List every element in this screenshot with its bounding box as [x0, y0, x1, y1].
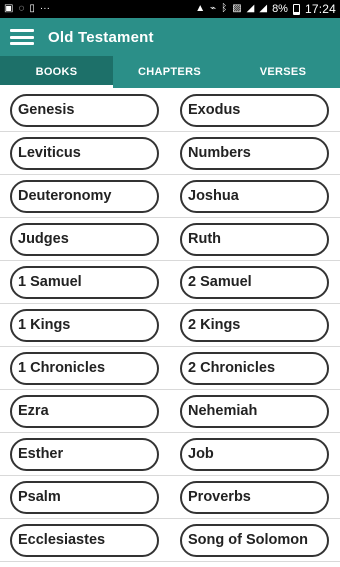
book-button[interactable]: 2 Samuel: [180, 265, 329, 299]
clock: 17:24: [304, 2, 336, 16]
book-button[interactable]: Judges: [10, 222, 159, 256]
book-button[interactable]: Esther: [10, 437, 159, 471]
status-left: ▣ ◌ ▯ ···: [4, 4, 50, 14]
book-row: Ecclesiastes Song of Solomon: [0, 519, 340, 562]
image-icon: ▣: [4, 3, 14, 14]
book-button[interactable]: Ecclesiastes: [10, 523, 159, 557]
book-row: Deuteronomy Joshua: [0, 175, 340, 218]
book-row: 1 Kings 2 Kings: [0, 304, 340, 347]
tab-books[interactable]: BOOKS: [0, 56, 113, 88]
book-row: Ezra Nehemiah: [0, 390, 340, 433]
status-right: ▲ ⌁ ᛒ ▨ ◢ ◢ 8% 17:24: [195, 2, 336, 16]
book-button[interactable]: 2 Kings: [180, 308, 329, 342]
page-title: Old Testament: [48, 28, 154, 46]
app-bar: Old Testament: [0, 18, 340, 56]
book-row: 1 Samuel 2 Samuel: [0, 261, 340, 304]
book-button[interactable]: 1 Chronicles: [10, 351, 159, 385]
status-bar: ▣ ◌ ▯ ··· ▲ ⌁ ᛒ ▨ ◢ ◢ 8% 17:24: [0, 0, 340, 18]
book-button[interactable]: Genesis: [10, 93, 159, 127]
book-button[interactable]: Job: [180, 437, 329, 471]
bluetooth-icon: ᛒ: [221, 3, 228, 14]
book-button[interactable]: 1 Samuel: [10, 265, 159, 299]
more-dots-icon: ···: [39, 3, 50, 14]
book-button[interactable]: Leviticus: [10, 136, 159, 170]
book-button[interactable]: Joshua: [180, 179, 329, 213]
tab-chapters[interactable]: CHAPTERS: [113, 56, 226, 88]
notification-icon: ▯: [29, 3, 35, 14]
wifi-icon: ◢: [246, 3, 255, 14]
book-button[interactable]: Nehemiah: [180, 394, 329, 428]
book-row: Psalm Proverbs: [0, 476, 340, 519]
book-button[interactable]: Psalm: [10, 480, 159, 514]
battery-percent: 8%: [272, 3, 288, 15]
signal-icon: ⌁: [210, 3, 217, 14]
book-button[interactable]: Proverbs: [180, 480, 329, 514]
book-row: 1 Chronicles 2 Chronicles: [0, 347, 340, 390]
lock-icon: ▲: [195, 3, 206, 14]
message-icon: ◌: [18, 3, 25, 14]
book-button[interactable]: Exodus: [180, 93, 329, 127]
book-button[interactable]: Deuteronomy: [10, 179, 159, 213]
book-row: Leviticus Numbers: [0, 132, 340, 175]
book-list: Genesis Exodus Leviticus Numbers Deutero…: [0, 89, 340, 562]
battery-icon: [292, 3, 300, 15]
screenshot-icon: ▨: [232, 3, 242, 14]
book-row: Judges Ruth: [0, 218, 340, 261]
book-button[interactable]: Numbers: [180, 136, 329, 170]
book-button[interactable]: Ezra: [10, 394, 159, 428]
book-button[interactable]: Ruth: [180, 222, 329, 256]
cellular-icon: ◢: [259, 3, 268, 14]
book-row: Genesis Exodus: [0, 89, 340, 132]
book-button[interactable]: 2 Chronicles: [180, 351, 329, 385]
hamburger-menu-icon[interactable]: [10, 29, 34, 45]
tab-verses[interactable]: VERSES: [226, 56, 340, 88]
book-button[interactable]: 1 Kings: [10, 308, 159, 342]
book-button[interactable]: Song of Solomon: [180, 523, 329, 557]
book-row: Esther Job: [0, 433, 340, 476]
tab-bar: BOOKS CHAPTERS VERSES: [0, 56, 340, 88]
